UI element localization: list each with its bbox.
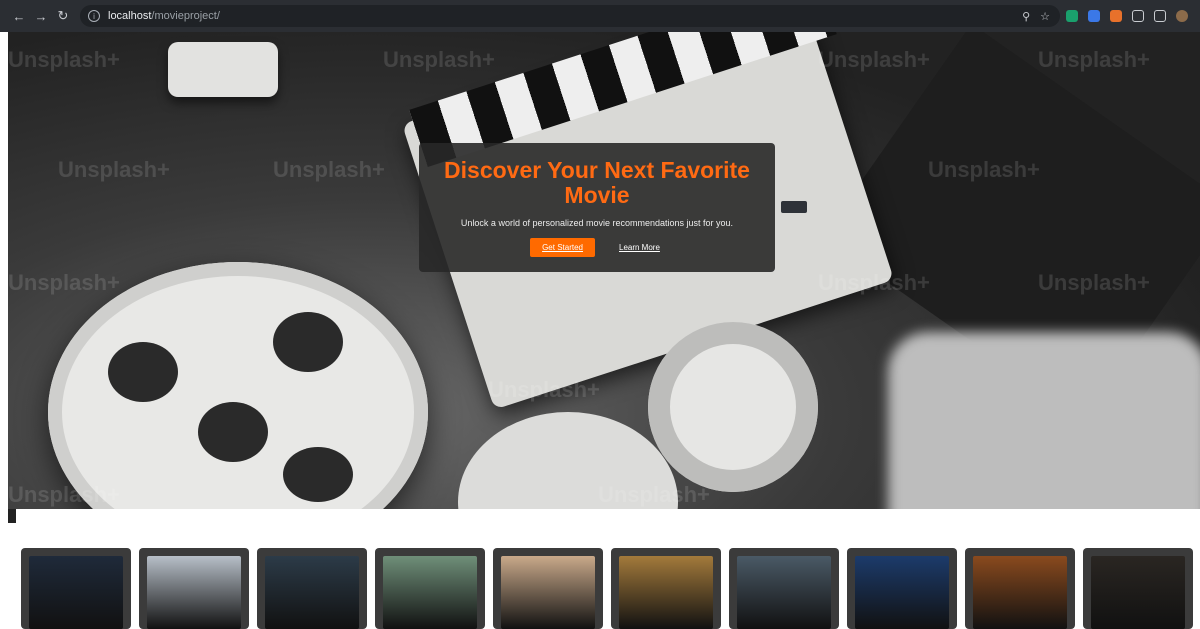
url-host: localhost xyxy=(108,10,152,22)
puzzle-icon[interactable] xyxy=(1132,10,1144,22)
get-started-button[interactable]: Get Started xyxy=(530,238,595,257)
movie-card[interactable] xyxy=(139,548,249,629)
movie-card[interactable] xyxy=(493,548,603,629)
watermark-text: Unsplash+ xyxy=(1038,47,1150,72)
movie-poster-image[interactable] xyxy=(29,556,123,629)
watermark-text: Unsplash+ xyxy=(598,482,710,507)
watermark-text: Unsplash+ xyxy=(58,157,170,182)
watermark-text: Unsplash+ xyxy=(8,47,120,72)
movie-poster-image[interactable] xyxy=(737,556,831,629)
learn-more-link[interactable]: Learn More xyxy=(615,238,664,257)
back-icon[interactable]: ← xyxy=(8,5,30,27)
background-shape xyxy=(888,332,1200,509)
movie-card[interactable] xyxy=(257,548,367,629)
watermark-text: Unsplash+ xyxy=(928,157,1040,182)
browser-toolbar: ← → ↻ i localhost/movieproject/ ⚲ ☆ xyxy=(0,0,1200,32)
watermark-text: Unsplash+ xyxy=(1038,270,1150,295)
star-icon[interactable]: ☆ xyxy=(1040,10,1050,23)
avatar[interactable] xyxy=(1176,10,1188,22)
info-icon[interactable]: i xyxy=(88,10,100,22)
hero-title: Discover Your Next Favorite Movie xyxy=(444,157,750,208)
reel-hole xyxy=(108,342,178,402)
watermark-text: Unsplash+ xyxy=(8,270,120,295)
watermark-text: Unsplash+ xyxy=(818,47,930,72)
movie-poster-image[interactable] xyxy=(147,556,241,629)
queue-icon[interactable] xyxy=(1154,10,1166,22)
hero-section: Unsplash+ Unsplash+ Unsplash+ Unsplash+ … xyxy=(8,32,1200,509)
film-canister-image xyxy=(168,42,278,97)
watermark-text: Unsplash+ xyxy=(273,157,385,182)
watermark-text: Unsplash+ xyxy=(8,482,120,507)
hero-actions: Get Started Learn More xyxy=(419,238,775,257)
movie-card[interactable] xyxy=(847,548,957,629)
hero-card: Discover Your Next Favorite Movie Unlock… xyxy=(419,143,775,272)
movie-poster-image[interactable] xyxy=(855,556,949,629)
movie-poster-image[interactable] xyxy=(1091,556,1185,629)
movie-poster-image[interactable] xyxy=(973,556,1067,629)
divider xyxy=(8,509,16,523)
movie-poster-image[interactable] xyxy=(265,556,359,629)
address-bar[interactable]: i localhost/movieproject/ ⚲ ☆ xyxy=(80,5,1060,27)
reel-hole xyxy=(273,312,343,372)
zoom-icon[interactable]: ⚲ xyxy=(1022,10,1030,23)
movie-poster-row xyxy=(21,548,1200,629)
watermark-text: Unsplash+ xyxy=(488,377,600,402)
movie-card[interactable] xyxy=(611,548,721,629)
movie-card[interactable] xyxy=(729,548,839,629)
watermark-text: Unsplash+ xyxy=(383,47,495,72)
movie-card[interactable] xyxy=(375,548,485,629)
movie-poster-image[interactable] xyxy=(501,556,595,629)
extension-icon[interactable] xyxy=(1110,10,1122,22)
url-path: /movieproject/ xyxy=(151,10,220,22)
hero-subtitle: Unlock a world of personalized movie rec… xyxy=(460,218,734,228)
movie-poster-image[interactable] xyxy=(383,556,477,629)
watermark-text: Unsplash+ xyxy=(818,270,930,295)
reel-hole xyxy=(198,402,268,462)
movie-card[interactable] xyxy=(1083,548,1193,629)
movie-card[interactable] xyxy=(965,548,1075,629)
movie-poster-image[interactable] xyxy=(619,556,713,629)
film-reel-image xyxy=(48,262,428,509)
reload-icon[interactable]: ↻ xyxy=(52,5,74,27)
forward-icon[interactable]: → xyxy=(30,5,52,27)
extension-icon[interactable] xyxy=(1088,10,1100,22)
decorative-bar xyxy=(781,201,807,213)
reel-hole xyxy=(283,447,353,502)
movie-card[interactable] xyxy=(21,548,131,629)
extension-icon[interactable] xyxy=(1066,10,1078,22)
film-can-image xyxy=(648,322,818,492)
